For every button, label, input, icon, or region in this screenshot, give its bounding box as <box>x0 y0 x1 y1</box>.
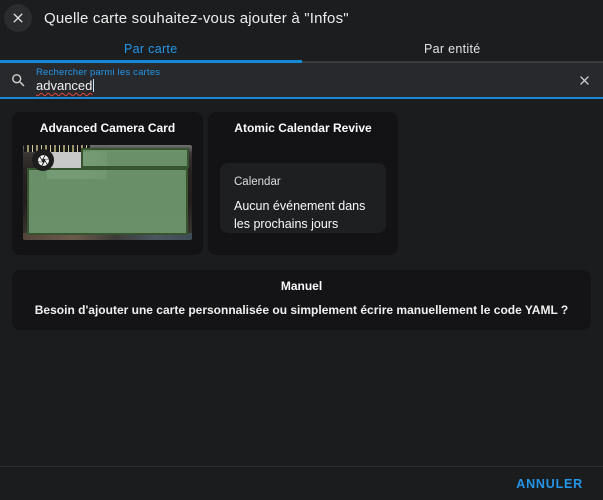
manual-card-description: Besoin d'ajouter une carte personnalisée… <box>34 303 569 317</box>
dialog-title: Quelle carte souhaitez-vous ajouter à "I… <box>44 9 349 27</box>
dialog-footer: ANNULER <box>0 466 603 500</box>
close-button[interactable] <box>4 4 32 32</box>
tab-by-card[interactable]: Par carte <box>0 34 302 63</box>
calendar-preview-title: Calendar <box>234 176 281 188</box>
card-picker-content: Advanced Camera Card Atomic Calendar Rev… <box>0 99 603 467</box>
card-option-manual[interactable]: Manuel Besoin d'ajouter une carte person… <box>12 270 591 330</box>
calendar-preview-message: Aucun événement dans les prochains jours <box>234 199 366 232</box>
text-caret <box>93 79 94 92</box>
search-bar: Rechercher parmi les cartes advanced <box>0 63 603 99</box>
camera-preview-image <box>23 145 192 240</box>
clear-icon <box>577 73 592 88</box>
card-option-advanced-camera-card[interactable]: Advanced Camera Card <box>12 112 203 255</box>
detection-box <box>81 148 189 168</box>
tab-bar: Par carte Par entité <box>0 34 603 63</box>
search-input[interactable]: Rechercher parmi les cartes advanced <box>36 63 565 97</box>
card-option-atomic-calendar-revive[interactable]: Atomic Calendar Revive Calendar Aucun év… <box>208 112 398 255</box>
cancel-button[interactable]: ANNULER <box>508 471 591 497</box>
manual-card-title: Manuel <box>280 279 323 293</box>
tab-by-entity[interactable]: Par entité <box>302 34 603 63</box>
close-icon <box>10 10 26 26</box>
card-option-title: Advanced Camera Card <box>39 121 176 135</box>
add-card-dialog: Quelle carte souhaitez-vous ajouter à "I… <box>0 0 603 500</box>
dialog-header: Quelle carte souhaitez-vous ajouter à "I… <box>0 0 603 34</box>
clear-search-button[interactable] <box>565 63 603 97</box>
search-input-value: advanced <box>36 78 93 93</box>
search-input-label: Rechercher parmi les cartes <box>36 67 161 78</box>
detection-box <box>27 168 188 235</box>
search-icon <box>0 72 36 89</box>
card-results-grid: Advanced Camera Card Atomic Calendar Rev… <box>12 112 591 255</box>
calendar-preview: Calendar Aucun événement dans les procha… <box>220 163 386 233</box>
camera-shutter-icon <box>32 149 54 171</box>
card-option-title: Atomic Calendar Revive <box>234 121 372 135</box>
